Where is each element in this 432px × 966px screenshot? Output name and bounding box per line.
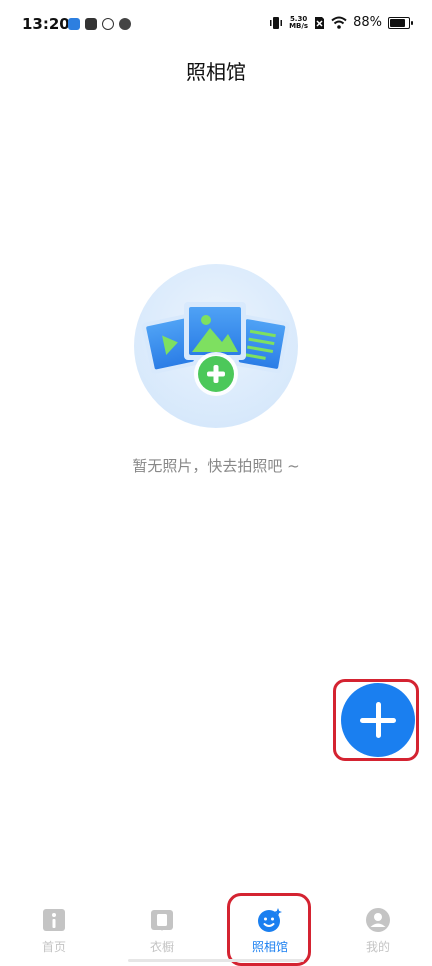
sim-off-icon: [315, 16, 325, 29]
vivo-notification-icon: [85, 18, 97, 30]
vibrate-icon: [270, 16, 283, 29]
tab-wardrobe-label: 衣橱: [149, 940, 174, 954]
sync-notification-icon: [102, 18, 114, 30]
tab-profile[interactable]: 我的: [324, 896, 432, 964]
wifi-icon: [331, 16, 347, 29]
status-time: 13:20: [22, 15, 70, 33]
empty-state-message: 暂无照片，快去拍照吧 ~: [132, 457, 300, 475]
battery-icon: [388, 16, 413, 29]
empty-photos-illustration: [134, 264, 298, 428]
plus-icon-vertical: [375, 702, 381, 738]
battery-percent: 88%: [353, 15, 382, 30]
network-speed: 5.30 MB/s: [289, 15, 309, 30]
tab-profile-label: 我的: [365, 940, 390, 954]
page-title: 照相馆: [186, 60, 246, 84]
home-indicator[interactable]: [128, 959, 304, 962]
notification-icons: [68, 18, 131, 30]
tab-wardrobe[interactable]: 衣橱: [108, 896, 216, 964]
app-notification-icon: [68, 18, 80, 30]
tab-home-label: 首页: [41, 940, 66, 954]
tab-home[interactable]: 首页: [0, 896, 108, 964]
status-right: 5.30 MB/s 88%: [269, 15, 413, 30]
battery-fill: [390, 18, 405, 27]
add-photo-button[interactable]: [341, 683, 415, 757]
wechat-notification-icon: [119, 18, 131, 30]
wardrobe-icon: [148, 906, 176, 934]
network-speed-unit: MB/s: [289, 21, 309, 30]
home-icon: [40, 906, 68, 934]
tab-highlight-box: [227, 893, 311, 966]
status-bar: 13:20 5.30 MB/s 88%: [0, 0, 432, 50]
bottom-tab-bar: 首页 衣橱 照相馆 我的: [0, 896, 432, 964]
profile-icon: [364, 906, 392, 934]
